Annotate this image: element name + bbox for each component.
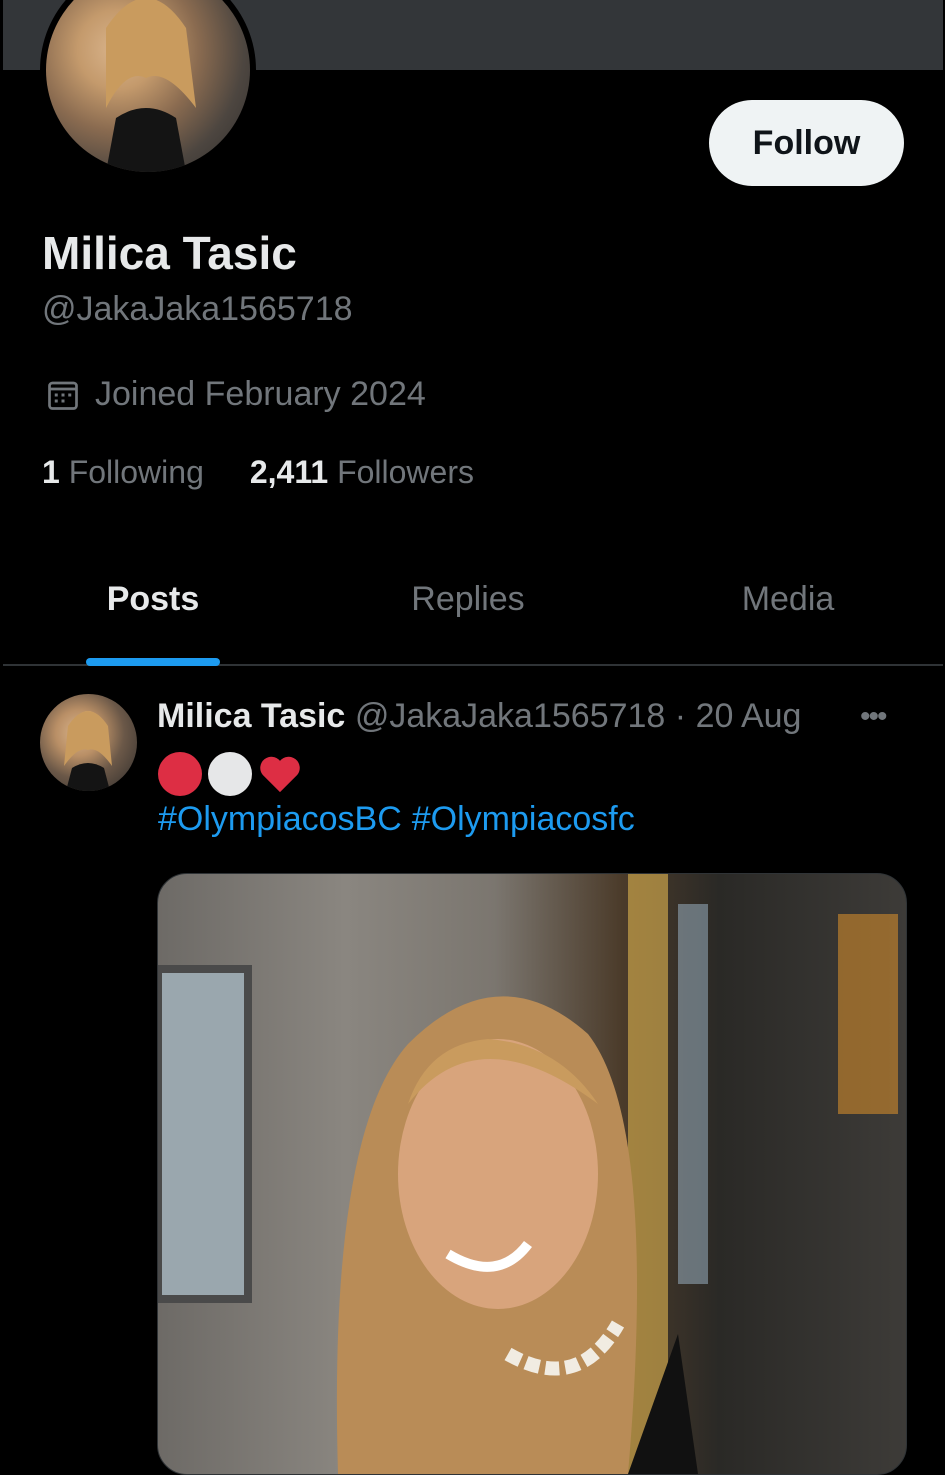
follow-button[interactable]: Follow xyxy=(709,100,904,186)
post-author-handle[interactable]: @JakaJaka1565718 xyxy=(355,697,666,735)
post-date[interactable]: 20 Aug xyxy=(696,697,802,735)
post-media-image[interactable] xyxy=(157,873,907,1475)
avatar-photo xyxy=(46,0,250,172)
joined-text: Joined February 2024 xyxy=(95,375,426,413)
post-author-avatar[interactable] xyxy=(40,694,137,791)
post-hashtags: #OlympiacosBC #Olympiacosfc xyxy=(158,800,635,839)
hashtag-link[interactable]: #Olympiacosfc xyxy=(412,800,635,839)
active-tab-indicator xyxy=(86,658,220,666)
followers-link[interactable]: 2,411 Followers xyxy=(250,454,474,491)
profile-display-name: Milica Tasic xyxy=(42,227,297,279)
tab-posts-label: Posts xyxy=(106,580,200,618)
following-count: 1 xyxy=(42,454,60,490)
calendar-icon xyxy=(48,381,78,410)
hashtag-link[interactable]: #OlympiacosBC xyxy=(158,800,402,839)
white-circle-icon xyxy=(208,752,252,796)
tab-media[interactable]: Media xyxy=(633,560,943,664)
followers-label: Followers xyxy=(337,454,474,490)
following-label: Following xyxy=(68,454,204,490)
joined-date: Joined February 2024 xyxy=(45,375,426,414)
post-author-name[interactable]: Milica Tasic xyxy=(157,697,345,735)
post-separator: · xyxy=(674,697,687,735)
profile-handle: @JakaJaka1565718 xyxy=(42,290,353,328)
red-heart-icon xyxy=(260,756,300,793)
avatar-photo-figure xyxy=(106,0,196,172)
following-link[interactable]: 1 Following xyxy=(42,454,204,491)
tab-media-label: Media xyxy=(741,580,835,618)
more-options-icon[interactable]: ••• xyxy=(860,700,887,734)
profile-stats: 1 Following 2,411 Followers xyxy=(42,454,474,491)
tab-posts[interactable]: Posts xyxy=(3,560,303,666)
post-header: Milica Tasic @JakaJaka1565718 · 20 Aug xyxy=(157,697,801,736)
tab-replies[interactable]: Replies xyxy=(303,560,633,664)
post-emoji-row xyxy=(158,752,302,796)
tab-replies-label: Replies xyxy=(411,580,525,618)
post-photo xyxy=(158,874,898,1474)
red-circle-icon xyxy=(158,752,202,796)
profile-avatar[interactable] xyxy=(40,0,256,178)
post-avatar-figure xyxy=(64,711,112,791)
profile-tabs: Posts Replies Media xyxy=(3,560,943,666)
followers-count: 2,411 xyxy=(249,454,329,490)
